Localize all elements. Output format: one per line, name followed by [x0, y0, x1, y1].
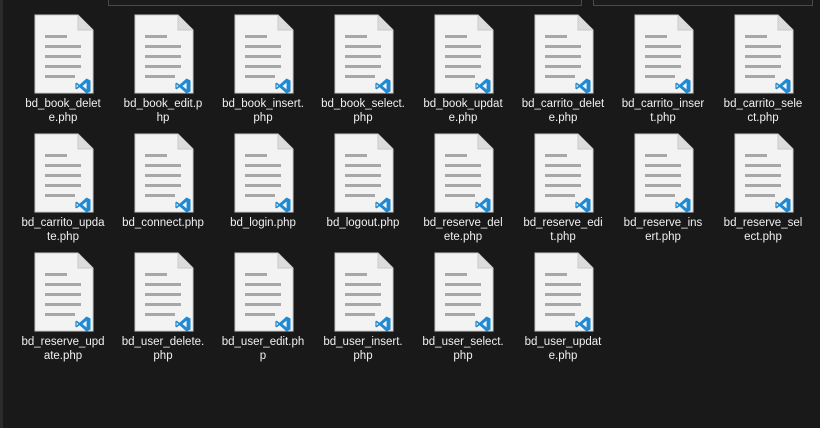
- file-item[interactable]: bd_reserve_select.php: [713, 133, 813, 252]
- file-item[interactable]: bd_carrito_update.php: [13, 133, 113, 252]
- vscode-php-file-icon: [132, 133, 194, 213]
- file-name: bd_book_select.php: [321, 98, 405, 124]
- file-name: bd_logout.php: [326, 217, 400, 229]
- navigation-pane-edge: [0, 0, 3, 428]
- file-name: bd_carrito_delete.php: [521, 98, 605, 124]
- file-name: bd_carrito_select.php: [723, 98, 803, 124]
- file-item[interactable]: bd_user_delete.php: [113, 252, 213, 371]
- vscode-php-file-icon: [732, 14, 794, 94]
- vscode-php-file-icon: [732, 133, 794, 213]
- file-item[interactable]: bd_logout.php: [313, 133, 413, 252]
- file-name: bd_reserve_select.php: [723, 217, 803, 243]
- file-name: bd_reserve_delete.php: [423, 217, 503, 243]
- vscode-php-file-icon: [632, 14, 694, 94]
- vscode-php-file-icon: [532, 133, 594, 213]
- file-name: bd_user_select.php: [422, 336, 504, 362]
- file-item[interactable]: bd_reserve_delete.php: [413, 133, 513, 252]
- file-name: bd_user_update.php: [524, 336, 602, 362]
- vscode-php-file-icon: [532, 252, 594, 332]
- vscode-php-file-icon: [232, 133, 294, 213]
- vscode-php-file-icon: [532, 14, 594, 94]
- vscode-php-file-icon: [132, 252, 194, 332]
- file-name: bd_carrito_insert.php: [621, 98, 705, 124]
- file-name: bd_book_edit.php: [123, 98, 203, 124]
- vscode-php-file-icon: [432, 252, 494, 332]
- vscode-php-file-icon: [432, 133, 494, 213]
- file-name: bd_reserve_insert.php: [623, 217, 703, 243]
- file-list: bd_book_delete.php bd_book_edit.php bd_b…: [13, 14, 813, 371]
- file-name: bd_reserve_update.php: [21, 336, 105, 362]
- vscode-php-file-icon: [32, 252, 94, 332]
- vscode-php-file-icon: [232, 14, 294, 94]
- file-name: bd_login.php: [230, 217, 296, 229]
- file-item[interactable]: bd_carrito_insert.php: [613, 14, 713, 133]
- address-bar[interactable]: [108, 0, 582, 6]
- file-name: bd_user_insert.php: [323, 336, 403, 362]
- search-box[interactable]: [593, 0, 813, 6]
- file-item[interactable]: bd_reserve_insert.php: [613, 133, 713, 252]
- file-item[interactable]: bd_user_insert.php: [313, 252, 413, 371]
- file-item[interactable]: bd_login.php: [213, 133, 313, 252]
- file-name: bd_book_insert.php: [222, 98, 304, 124]
- file-item[interactable]: bd_user_select.php: [413, 252, 513, 371]
- file-name: bd_book_delete.php: [25, 98, 101, 124]
- vscode-php-file-icon: [232, 252, 294, 332]
- file-name: bd_carrito_update.php: [21, 217, 105, 243]
- vscode-php-file-icon: [132, 14, 194, 94]
- vscode-php-file-icon: [432, 14, 494, 94]
- vscode-php-file-icon: [332, 133, 394, 213]
- vscode-php-file-icon: [332, 14, 394, 94]
- vscode-php-file-icon: [32, 14, 94, 94]
- file-name: bd_user_delete.php: [121, 336, 205, 362]
- vscode-php-file-icon: [632, 133, 694, 213]
- file-item[interactable]: bd_carrito_delete.php: [513, 14, 613, 133]
- file-item[interactable]: bd_carrito_select.php: [713, 14, 813, 133]
- file-item[interactable]: bd_book_select.php: [313, 14, 413, 133]
- vscode-php-file-icon: [32, 133, 94, 213]
- file-name: bd_user_edit.php: [221, 336, 305, 362]
- file-item[interactable]: bd_book_edit.php: [113, 14, 213, 133]
- file-name: bd_reserve_edit.php: [523, 217, 603, 243]
- file-item[interactable]: bd_book_update.php: [413, 14, 513, 133]
- file-name: bd_connect.php: [122, 217, 204, 229]
- file-item[interactable]: bd_reserve_edit.php: [513, 133, 613, 252]
- file-item[interactable]: bd_book_delete.php: [13, 14, 113, 133]
- file-item[interactable]: bd_user_update.php: [513, 252, 613, 371]
- file-item[interactable]: bd_connect.php: [113, 133, 213, 252]
- file-item[interactable]: bd_user_edit.php: [213, 252, 313, 371]
- file-item[interactable]: bd_reserve_update.php: [13, 252, 113, 371]
- file-item[interactable]: bd_book_insert.php: [213, 14, 313, 133]
- vscode-php-file-icon: [332, 252, 394, 332]
- explorer-toolbar: [0, 0, 820, 6]
- file-name: bd_book_update.php: [423, 98, 503, 124]
